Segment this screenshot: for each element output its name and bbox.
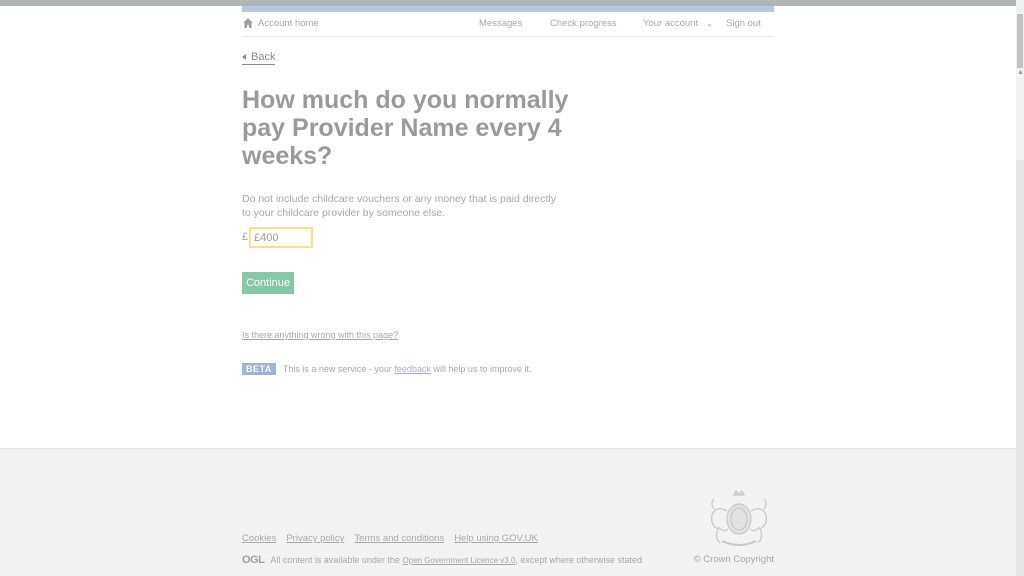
nav-account-home[interactable]: Account home bbox=[242, 17, 319, 29]
nav-your-account[interactable]: Your account ⌄ bbox=[643, 18, 713, 29]
licence-text-before: All content is available under the bbox=[270, 555, 403, 565]
licence-link[interactable]: Open Government Licence v3.0 bbox=[402, 556, 515, 565]
currency-prefix: £ bbox=[242, 231, 249, 243]
beta-text-before: This is a new service - your bbox=[282, 364, 395, 374]
page-title: How much do you normally pay Provider Na… bbox=[242, 86, 569, 170]
scrollbar-lower-track[interactable] bbox=[1016, 160, 1024, 576]
footer-link-cookies[interactable]: Cookies bbox=[242, 533, 276, 544]
licence-row: OGL All content is available under the O… bbox=[242, 554, 642, 566]
hint-text: Do not include childcare vouchers or any… bbox=[242, 193, 556, 219]
nav-sign-out[interactable]: Sign out bbox=[726, 18, 761, 29]
scrollbar-track[interactable]: ▲ bbox=[1016, 0, 1024, 576]
nav-your-account-label: Your account bbox=[643, 18, 699, 29]
home-icon bbox=[243, 18, 253, 28]
footer-link-privacy[interactable]: Privacy policy bbox=[286, 533, 344, 544]
licence-text-after: , except where otherwise stated bbox=[515, 555, 642, 565]
back-arrow-icon bbox=[242, 54, 246, 60]
nav-messages[interactable]: Messages bbox=[479, 18, 522, 29]
beta-banner: BETA This is a new service - your feedba… bbox=[242, 363, 531, 375]
crown-copyright[interactable]: © Crown Copyright bbox=[694, 554, 774, 565]
footer: Cookies Privacy policy Terms and conditi… bbox=[0, 448, 1016, 576]
amount-input[interactable] bbox=[249, 227, 313, 248]
nav-account-home-label: Account home bbox=[258, 17, 319, 29]
footer-link-terms[interactable]: Terms and conditions bbox=[354, 533, 444, 544]
ogl-logo: OGL bbox=[242, 554, 265, 566]
back-link[interactable]: Back bbox=[242, 51, 276, 65]
footer-link-help[interactable]: Help using GOV.UK bbox=[454, 533, 538, 544]
scroll-up-arrow-icon[interactable]: ▲ bbox=[1017, 69, 1024, 76]
report-problem-link[interactable]: Is there anything wrong with this page? bbox=[242, 330, 398, 340]
royal-crest-icon bbox=[711, 489, 767, 546]
beta-text-after: will help us to improve it. bbox=[430, 364, 532, 374]
footer-links: Cookies Privacy policy Terms and conditi… bbox=[242, 533, 548, 544]
feedback-link[interactable]: feedback bbox=[394, 364, 431, 374]
chevron-down-icon: ⌄ bbox=[706, 19, 713, 28]
beta-tag: BETA bbox=[242, 363, 276, 375]
back-link-label: Back bbox=[251, 51, 276, 63]
nav-check-progress[interactable]: Check progress bbox=[550, 18, 617, 29]
account-nav: Account home Messages Check progress You… bbox=[242, 12, 774, 37]
continue-button[interactable]: Continue bbox=[242, 272, 294, 294]
scrollbar-thumb[interactable] bbox=[1017, 14, 1023, 68]
